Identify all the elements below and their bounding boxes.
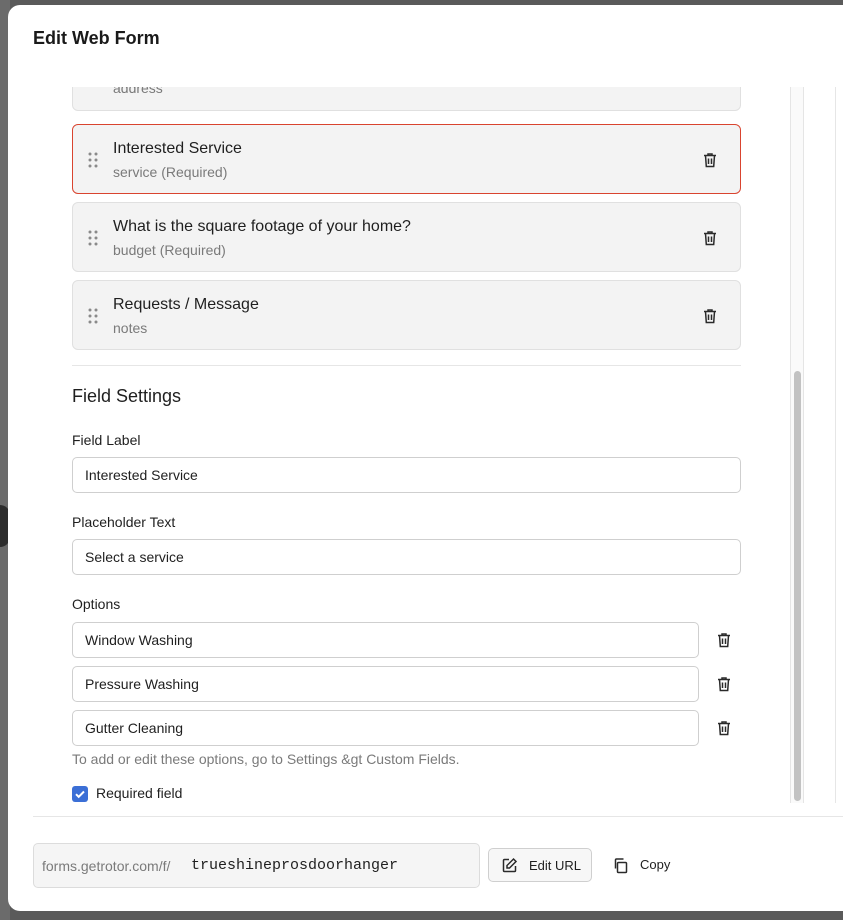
field-card-label: Requests / Message: [113, 296, 259, 313]
delete-option-button[interactable]: [714, 674, 734, 694]
placeholder-text-input[interactable]: [72, 539, 741, 575]
option-input[interactable]: [72, 710, 699, 746]
field-card-sub: address: [113, 87, 163, 96]
pencil-square-icon: [501, 857, 518, 879]
field-card-square-footage[interactable]: What is the square footage of your home?…: [72, 202, 741, 272]
trash-icon: [704, 231, 716, 246]
field-label-input[interactable]: [72, 457, 741, 493]
delete-field-button[interactable]: [700, 306, 720, 326]
field-card-sub: service (Required): [113, 164, 228, 180]
panel-divider: [835, 87, 836, 803]
required-field-checkbox[interactable]: [72, 786, 88, 802]
trash-icon: [718, 721, 730, 736]
footer-divider: [33, 816, 843, 817]
field-card-address[interactable]: address: [72, 87, 741, 111]
copy-label: Copy: [640, 857, 671, 872]
drag-handle-icon[interactable]: [88, 308, 98, 324]
trash-icon: [704, 153, 716, 168]
edit-url-label: Edit URL: [529, 858, 582, 873]
drag-handle-icon[interactable]: [88, 152, 98, 168]
option-input[interactable]: [72, 622, 699, 658]
field-card-label: Interested Service: [113, 140, 242, 157]
field-label-title: Field Label: [72, 432, 141, 448]
trash-icon: [718, 633, 730, 648]
scrollbar-thumb[interactable]: [794, 371, 801, 801]
delete-field-button[interactable]: [700, 150, 720, 170]
copy-icon: [612, 857, 629, 879]
field-settings-title: Field Settings: [72, 386, 182, 406]
delete-option-button[interactable]: [714, 630, 734, 650]
fields-scroll-area[interactable]: address Interested Service service (Requ…: [8, 87, 808, 803]
url-slug: trueshineprosdoorhanger: [191, 857, 399, 874]
checkmark-icon: [75, 790, 85, 799]
scrollbar[interactable]: [790, 87, 804, 803]
field-card-interested-service[interactable]: Interested Service service (Required): [72, 124, 741, 194]
options-helper-text: To add or edit these options, go to Sett…: [72, 751, 460, 767]
trash-icon: [704, 309, 716, 324]
delete-field-button[interactable]: [700, 228, 720, 248]
field-card-sub: budget (Required): [113, 242, 226, 258]
modal-title: Edit Web Form: [33, 28, 160, 48]
field-card-requests-message[interactable]: Requests / Message notes: [72, 280, 741, 350]
edit-web-form-modal: Edit Web Form address Interested Service…: [8, 5, 843, 911]
trash-icon: [718, 677, 730, 692]
section-divider: [72, 365, 741, 366]
copy-url-button[interactable]: Copy: [608, 848, 678, 882]
required-field-label[interactable]: Required field: [96, 785, 182, 801]
option-input[interactable]: [72, 666, 699, 702]
field-card-sub: notes: [113, 320, 148, 336]
edit-url-button[interactable]: Edit URL: [488, 848, 592, 882]
drag-handle-icon[interactable]: [88, 230, 98, 246]
field-card-label: What is the square footage of your home?: [113, 218, 411, 235]
url-prefix: forms.getrotor.com/f/: [42, 858, 171, 874]
form-url-field[interactable]: forms.getrotor.com/f/ trueshineprosdoorh…: [33, 843, 480, 888]
placeholder-text-title: Placeholder Text: [72, 514, 176, 530]
delete-option-button[interactable]: [714, 718, 734, 738]
options-title: Options: [72, 596, 121, 612]
